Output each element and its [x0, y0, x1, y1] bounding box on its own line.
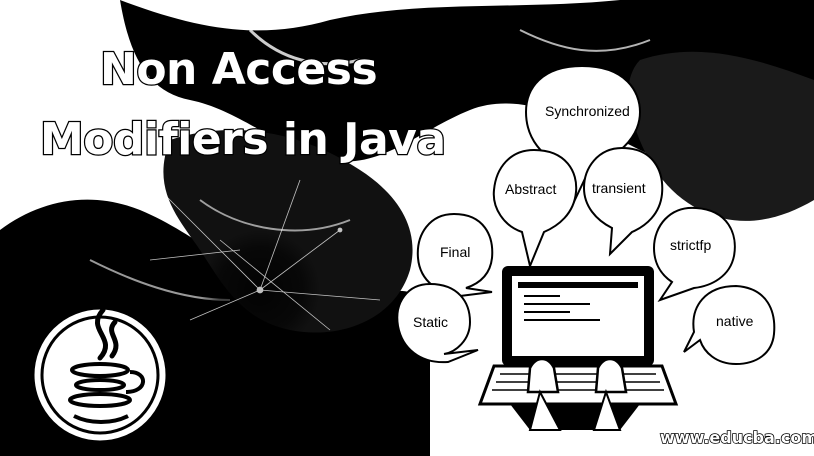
bubble-label-synchronized: Synchronized — [545, 103, 630, 119]
site-watermark: www.educba.com — [659, 428, 814, 447]
bubble-transient — [582, 146, 664, 257]
bubble-label-static: Static — [413, 314, 449, 330]
bubble-label-transient: transient — [592, 180, 646, 196]
bubble-label-final: Final — [440, 244, 471, 260]
laptop-typing-icon — [477, 266, 679, 431]
banner: Non Access Modifiers in Java Synchronize… — [0, 0, 814, 456]
java-logo-icon — [29, 304, 171, 446]
bubble-label-native: native — [716, 313, 754, 329]
bubble-abstract — [492, 148, 578, 270]
bubble-label-strictfp: strictfp — [670, 237, 712, 253]
title-line-1: Non Access — [99, 44, 379, 95]
bubble-strictfp — [652, 206, 736, 302]
bubble-label-abstract: Abstract — [505, 181, 557, 197]
title-line-2: Modifiers in Java — [39, 114, 448, 165]
